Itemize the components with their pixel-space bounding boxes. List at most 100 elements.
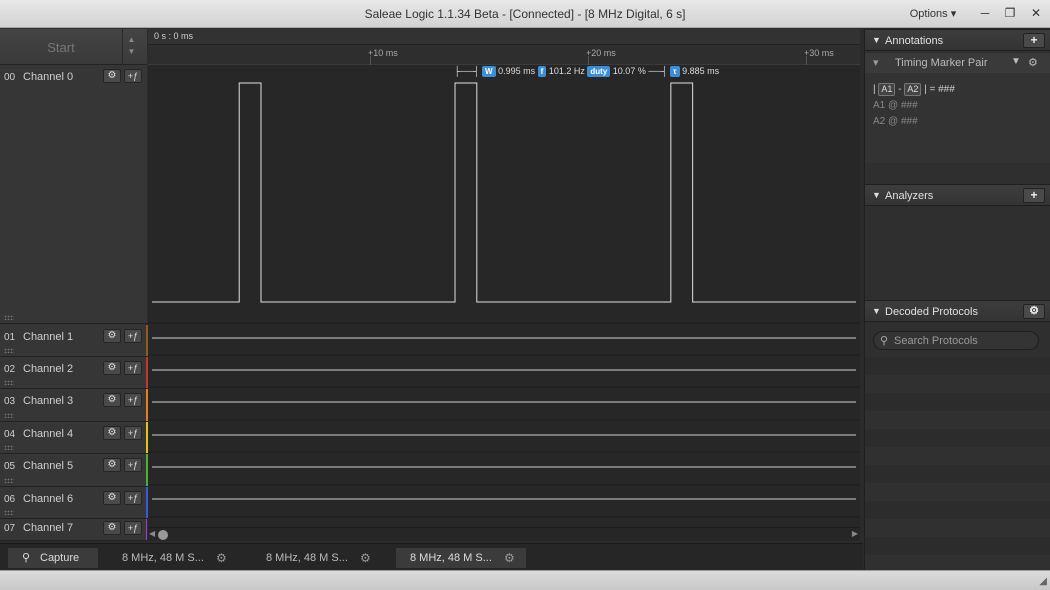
decoded-protocols-header[interactable]: ▼ Decoded Protocols ⚙ xyxy=(865,300,1050,322)
channel-number: 06 xyxy=(4,494,16,505)
gear-icon[interactable]: ⚙ xyxy=(103,361,121,375)
minimize-button[interactable]: ─ xyxy=(974,3,996,23)
scroll-left-icon[interactable]: ◀ xyxy=(149,529,155,538)
ruler-tick-label: +10 ms xyxy=(368,48,398,58)
trigger-icon[interactable]: +ƒ xyxy=(124,329,142,343)
trigger-icon[interactable]: +ƒ xyxy=(124,521,142,535)
channel-number: 01 xyxy=(4,332,16,343)
tab-session-1[interactable]: 8 MHz, 48 M S... ⚙ xyxy=(108,548,248,568)
a2-chip[interactable]: A2 xyxy=(904,83,922,96)
gear-icon[interactable]: ⚙ xyxy=(504,549,515,567)
start-options-arrows-icon[interactable]: ▲ ▼ xyxy=(122,29,140,65)
analyzers-title: Analyzers xyxy=(885,190,934,202)
trigger-icon[interactable]: +ƒ xyxy=(124,393,142,407)
channel-number: 04 xyxy=(4,429,16,440)
gear-icon[interactable]: ⚙ xyxy=(103,329,121,343)
channel-row-2[interactable]: 02 Channel 2 ⚙ +ƒ xyxy=(0,357,150,389)
gear-icon[interactable]: ⚙ xyxy=(103,69,121,83)
formula-dash: - xyxy=(898,84,902,95)
gear-icon[interactable]: ⚙ xyxy=(103,393,121,407)
gear-icon[interactable]: ⚙ xyxy=(103,458,121,472)
channel-row-0[interactable]: 00 Channel 0 ⚙ +ƒ xyxy=(0,65,147,324)
analyzers-header[interactable]: ▼ Analyzers + xyxy=(865,184,1050,206)
add-annotation-button[interactable]: + xyxy=(1023,33,1045,48)
drag-handle-icon[interactable] xyxy=(4,478,14,483)
gear-icon[interactable]: ⚙ xyxy=(216,549,227,567)
decoded-protocols-title: Decoded Protocols xyxy=(885,306,978,318)
gear-icon[interactable]: ⚙ xyxy=(1028,56,1038,69)
start-button[interactable]: Start ▲ ▼ xyxy=(0,29,147,65)
gear-icon[interactable]: ⚙ xyxy=(103,521,121,535)
gear-icon[interactable]: ⚙ xyxy=(1023,304,1045,319)
resize-grip-icon[interactable]: ◢ xyxy=(1039,576,1047,587)
trigger-icon[interactable]: +ƒ xyxy=(124,69,142,83)
trigger-icon[interactable]: +ƒ xyxy=(124,458,142,472)
channel-number: 00 xyxy=(4,72,16,83)
gear-icon[interactable]: ⚙ xyxy=(103,491,121,505)
channel-0-trace xyxy=(152,82,856,303)
channel-name[interactable]: Channel 3 xyxy=(23,395,73,407)
gear-icon[interactable]: ⚙ xyxy=(360,549,371,567)
waveform-view[interactable]: 0 s : 0 ms +10 ms +20 ms +30 ms ├──┤ W 0… xyxy=(148,29,860,541)
drag-handle-icon[interactable] xyxy=(4,348,14,353)
options-menu-button[interactable]: Options ▾ xyxy=(898,7,968,20)
trigger-icon[interactable]: +ƒ xyxy=(124,426,142,440)
trigger-icon[interactable]: +ƒ xyxy=(124,361,142,375)
tab-session-2[interactable]: 8 MHz, 48 M S... ⚙ xyxy=(252,548,392,568)
a1-chip[interactable]: A1 xyxy=(878,83,896,96)
ruler-tick-label: +30 ms xyxy=(804,48,834,58)
trigger-icon[interactable]: +ƒ xyxy=(124,491,142,505)
horizontal-scrollbar[interactable]: ◀ ▶ xyxy=(148,527,860,541)
channel-row-1[interactable]: 01 Channel 1 ⚙ +ƒ xyxy=(0,325,150,357)
gear-icon[interactable]: ⚙ xyxy=(103,426,121,440)
add-analyzer-button[interactable]: + xyxy=(1023,188,1045,203)
drag-handle-icon[interactable] xyxy=(4,510,14,515)
start-button-label: Start xyxy=(47,40,75,55)
dropdown-triangle-icon[interactable]: ▼ xyxy=(1011,56,1021,67)
capture-icon: ⚲ xyxy=(22,552,31,564)
waveform-traces xyxy=(148,82,860,518)
collapse-triangle-icon[interactable]: ▼ xyxy=(872,306,881,316)
tab-label: 8 MHz, 48 M S... xyxy=(410,552,492,564)
channel-color-bar xyxy=(146,519,147,540)
session-tab-bar: ⚲ Capture 8 MHz, 48 M S... ⚙ 8 MHz, 48 M… xyxy=(0,543,863,570)
channel-row-6[interactable]: 06 Channel 6 ⚙ +ƒ xyxy=(0,487,150,519)
search-protocols-input[interactable]: ⚲ Search Protocols xyxy=(873,331,1039,350)
collapse-triangle-icon[interactable]: ▼ xyxy=(872,190,881,200)
timing-marker-pair-row[interactable]: ▾ Timing Marker Pair ▼ ⚙ xyxy=(865,53,1050,73)
drag-handle-icon[interactable] xyxy=(4,380,14,385)
scroll-right-icon[interactable]: ▶ xyxy=(852,529,858,538)
close-button[interactable]: ✕ xyxy=(1025,3,1047,23)
time-ruler[interactable]: +10 ms +20 ms +30 ms xyxy=(148,45,860,65)
ruler-tick-label: +20 ms xyxy=(586,48,616,58)
search-icon: ⚲ xyxy=(880,335,889,347)
channel-name[interactable]: Channel 2 xyxy=(23,363,73,375)
channel-row-7[interactable]: 07 Channel 7 ⚙ +ƒ xyxy=(0,519,147,541)
channel-row-5[interactable]: 05 Channel 5 ⚙ +ƒ xyxy=(0,454,150,487)
channel-row-4[interactable]: 04 Channel 4 ⚙ +ƒ xyxy=(0,422,150,454)
drag-handle-icon[interactable] xyxy=(4,413,14,418)
channel-number: 05 xyxy=(4,461,16,472)
channel-name[interactable]: Channel 4 xyxy=(23,428,73,440)
tab-session-3[interactable]: 8 MHz, 48 M S... ⚙ xyxy=(396,548,526,568)
decoded-protocols-list[interactable] xyxy=(865,357,1050,567)
tab-label: 8 MHz, 48 M S... xyxy=(122,552,204,564)
scroll-thumb[interactable] xyxy=(158,530,168,540)
a2-position: A2 @ ### xyxy=(873,116,918,127)
annotations-header[interactable]: ▼ Annotations + xyxy=(865,29,1050,51)
maximize-button[interactable]: ❐ xyxy=(999,3,1021,23)
channel-number: 03 xyxy=(4,396,16,407)
marker-pin-icon: ▾ xyxy=(873,57,879,69)
channel-name[interactable]: Channel 1 xyxy=(23,331,73,343)
time-origin-bar: 0 s : 0 ms xyxy=(148,29,860,45)
drag-handle-icon[interactable] xyxy=(4,315,14,320)
channel-name[interactable]: Channel 7 xyxy=(23,522,73,534)
collapse-triangle-icon[interactable]: ▼ xyxy=(872,35,881,45)
channel-name[interactable]: Channel 6 xyxy=(23,493,73,505)
channel-name[interactable]: Channel 5 xyxy=(23,460,73,472)
channel-name[interactable]: Channel 0 xyxy=(23,71,73,83)
annotations-title: Annotations xyxy=(885,35,944,47)
tab-capture[interactable]: ⚲ Capture xyxy=(8,548,98,568)
channel-row-3[interactable]: 03 Channel 3 ⚙ +ƒ xyxy=(0,389,150,422)
drag-handle-icon[interactable] xyxy=(4,445,14,450)
